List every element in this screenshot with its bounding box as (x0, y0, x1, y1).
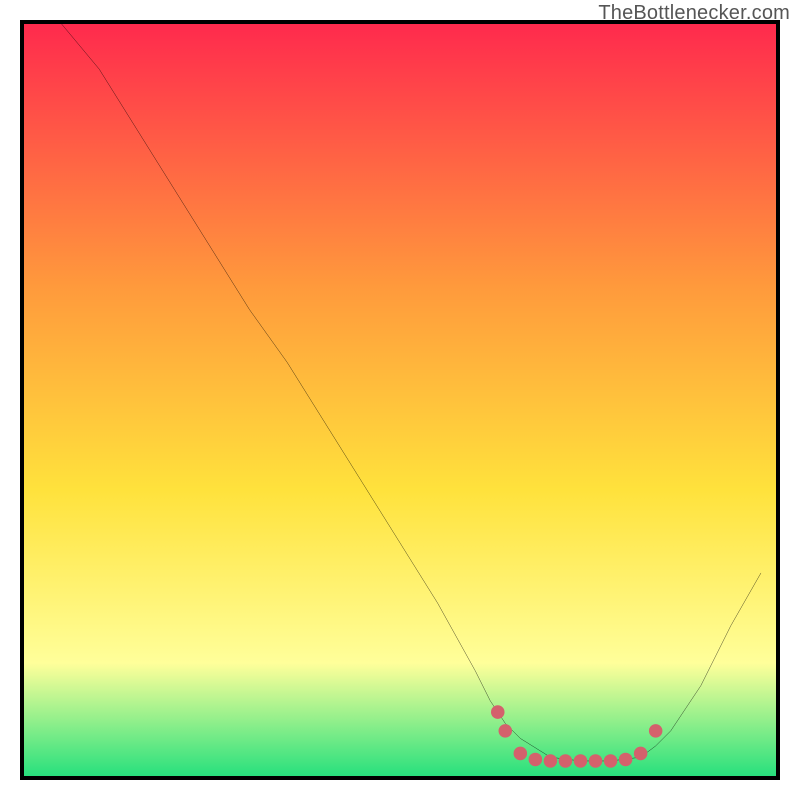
optimal-dot (589, 754, 603, 768)
optimal-dot (634, 747, 648, 761)
optimal-dot (619, 753, 633, 767)
optimal-dot (559, 754, 573, 768)
chart-stage: TheBottlenecker.com (0, 0, 800, 800)
plot-area (20, 20, 780, 780)
optimal-dot (604, 754, 618, 768)
optimal-dot (649, 724, 663, 738)
optimal-dot (529, 753, 543, 767)
chart-svg (24, 24, 776, 776)
gradient-background (24, 24, 776, 776)
optimal-dot (544, 754, 558, 768)
optimal-dot (499, 724, 513, 738)
optimal-dot (574, 754, 588, 768)
watermark-text: TheBottlenecker.com (598, 2, 790, 25)
optimal-dot (514, 747, 528, 761)
optimal-dot (491, 705, 505, 719)
